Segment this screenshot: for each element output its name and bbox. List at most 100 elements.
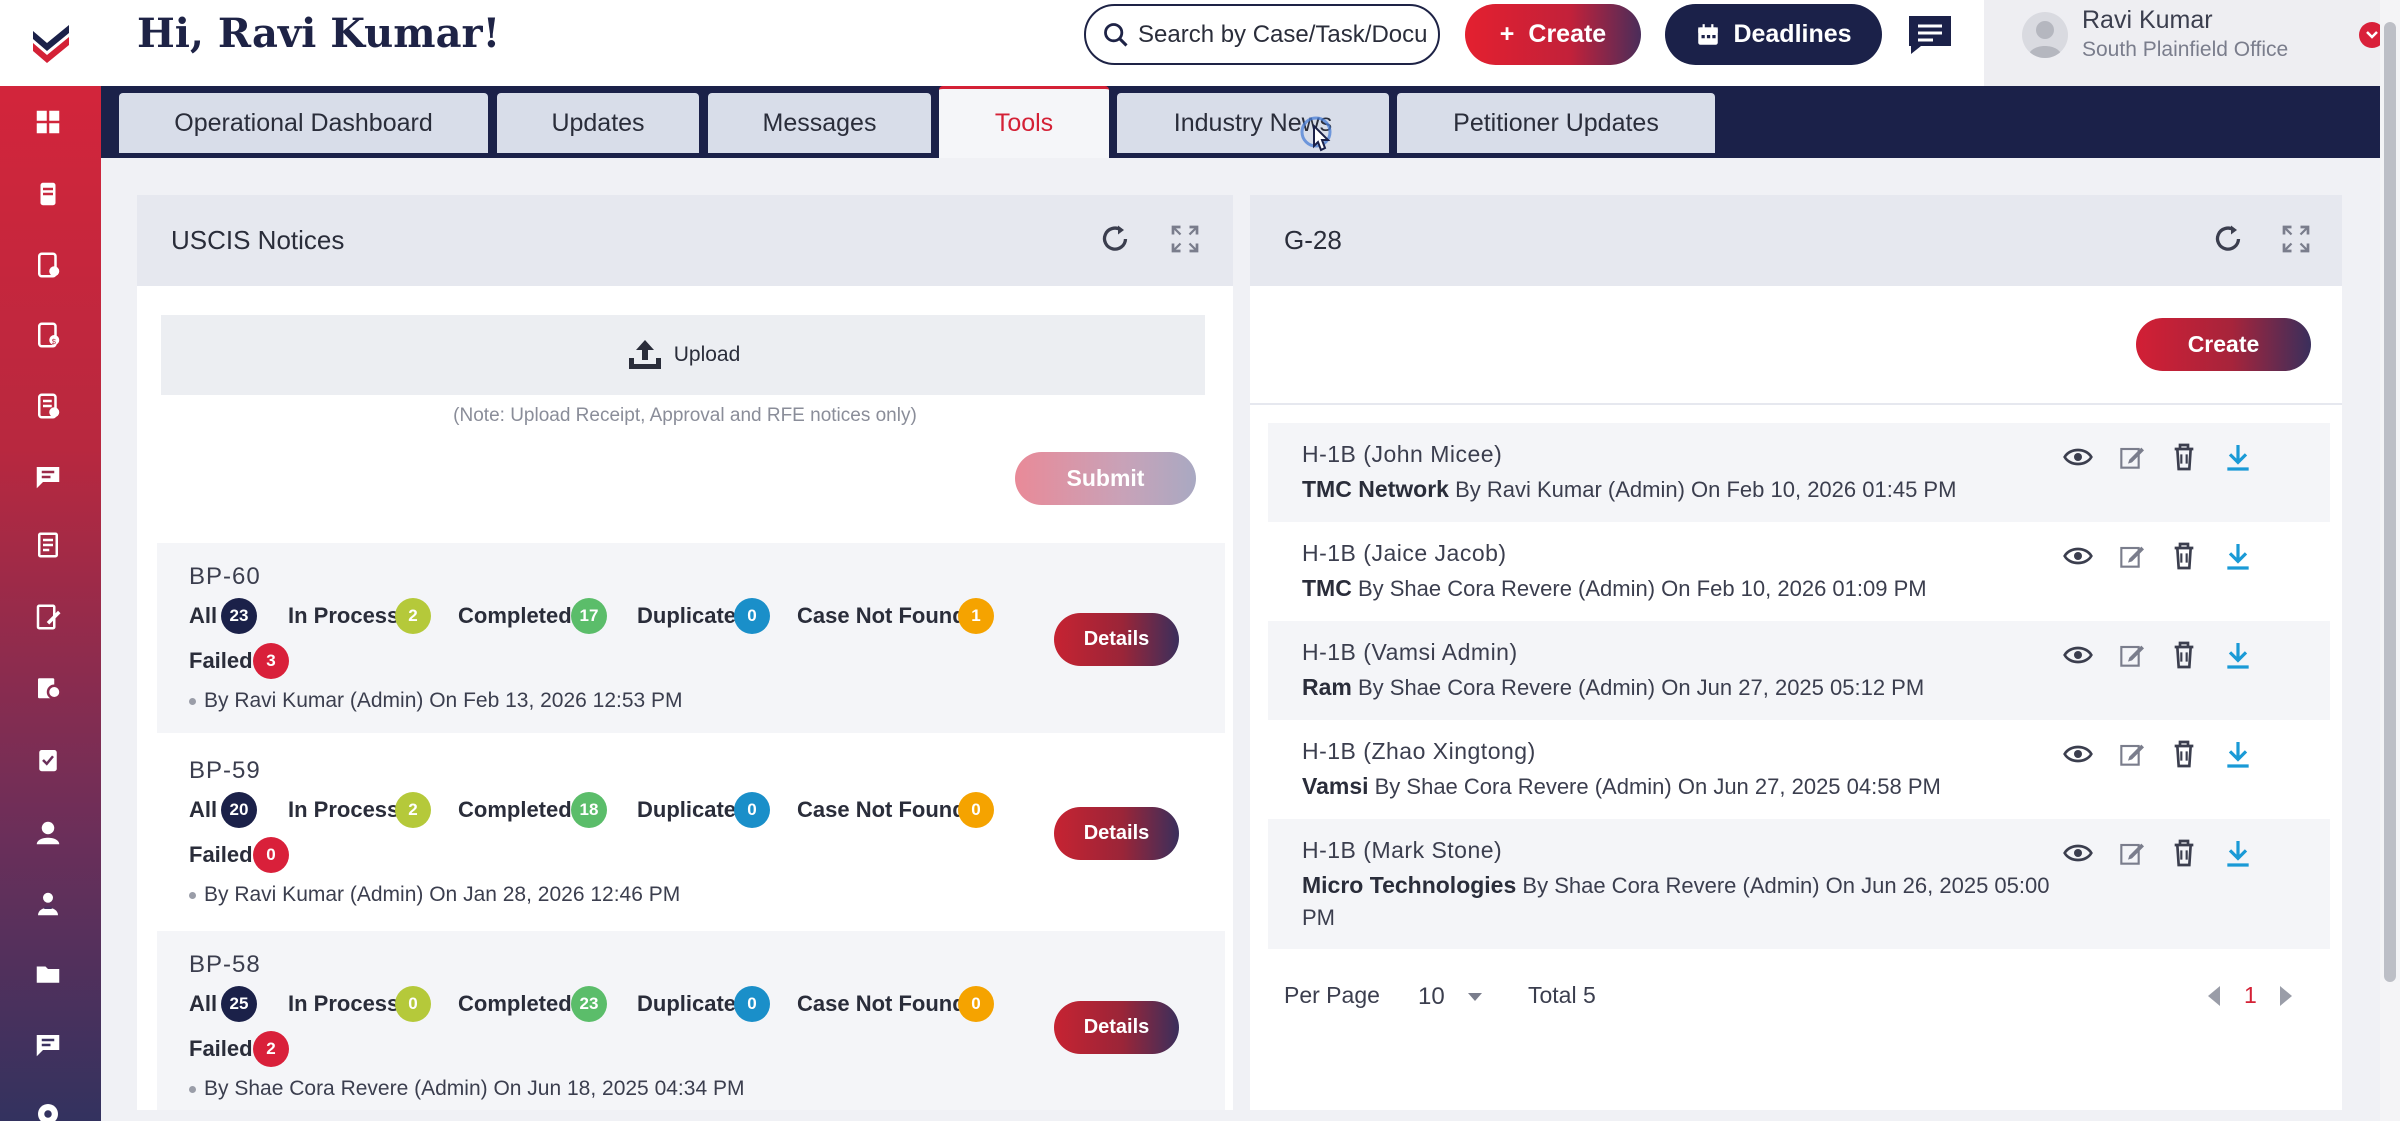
created-by: By Ravi Kumar (Admin) On Feb 10, 2026 01… — [1455, 477, 1957, 502]
user-menu[interactable]: Ravi Kumar South Plainfield Office — [1984, 0, 2400, 86]
upload-button[interactable]: Upload — [161, 315, 1205, 395]
logo-icon — [32, 25, 69, 63]
submit-button[interactable]: Submit — [1015, 452, 1196, 505]
panel-header: G-28 — [1250, 195, 2342, 286]
edit-icon[interactable] — [2116, 738, 2148, 770]
download-icon[interactable] — [2222, 837, 2254, 869]
reports-icon[interactable] — [30, 669, 66, 705]
per-page-select[interactable]: 10 — [1418, 980, 1494, 1014]
trash-icon[interactable] — [2168, 837, 2200, 869]
trash-icon[interactable] — [2168, 441, 2200, 473]
eye-icon[interactable] — [2062, 540, 2094, 572]
sidebar: $ — [0, 0, 101, 1121]
forms-icon[interactable] — [30, 388, 66, 424]
checklist-icon[interactable] — [30, 742, 66, 778]
all-label: All — [189, 991, 218, 1016]
list-item: H-1B (Zhao Xingtong) Vamsi By Shae Cora … — [1268, 720, 2330, 819]
tab-industry-news[interactable]: Industry News — [1117, 93, 1389, 153]
search-box[interactable] — [1084, 4, 1440, 65]
tab-updates[interactable]: Updates — [497, 93, 699, 153]
cases-icon[interactable] — [30, 176, 66, 212]
duplicate-count-badge: 0 — [734, 792, 770, 828]
tab-tools[interactable]: Tools — [939, 86, 1109, 158]
current-page[interactable]: 1 — [2244, 982, 2257, 1009]
settings-icon[interactable] — [30, 1096, 66, 1121]
list-item: H-1B (Jaice Jacob) TMC By Shae Cora Reve… — [1268, 522, 2330, 621]
dashboard-icon[interactable] — [30, 104, 66, 140]
details-button[interactable]: Details — [1054, 613, 1179, 666]
notes-icon[interactable] — [30, 599, 66, 635]
expand-icon[interactable] — [1167, 221, 1203, 257]
contacts-icon[interactable] — [30, 886, 66, 922]
case-not-found-count-badge: 1 — [958, 598, 994, 634]
download-icon[interactable] — [2222, 738, 2254, 770]
completed-label: Completed — [458, 603, 572, 628]
caret-down-icon — [1467, 993, 1482, 1001]
prev-page-icon[interactable] — [2204, 984, 2224, 1008]
messages-icon[interactable] — [30, 459, 66, 495]
trash-icon[interactable] — [2168, 540, 2200, 572]
scrollbar[interactable] — [2380, 0, 2400, 1121]
upload-note: (Note: Upload Receipt, Approval and RFE … — [453, 405, 917, 426]
all-label: All — [189, 797, 218, 822]
all-count-badge: 20 — [221, 792, 257, 828]
tab-messages[interactable]: Messages — [708, 93, 931, 153]
tab-bar: Operational Dashboard Updates Messages T… — [101, 86, 2380, 158]
refresh-icon[interactable] — [1097, 221, 1133, 257]
download-icon[interactable] — [2222, 540, 2254, 572]
scrollbar-thumb[interactable] — [2384, 22, 2396, 982]
eye-icon[interactable] — [2062, 441, 2094, 473]
g28-meta: Micro Technologies By Shae Cora Revere (… — [1302, 869, 2072, 934]
chat-icon[interactable] — [1907, 14, 1953, 56]
trash-icon[interactable] — [2168, 639, 2200, 671]
trash-icon[interactable] — [2168, 738, 2200, 770]
download-icon[interactable] — [2222, 639, 2254, 671]
chat-icon[interactable] — [30, 1027, 66, 1063]
app-logo[interactable] — [0, 0, 101, 86]
eye-icon[interactable] — [2062, 639, 2094, 671]
panel-title: USCIS Notices — [171, 225, 345, 255]
download-icon[interactable] — [2222, 441, 2254, 473]
tasks-icon[interactable] — [30, 247, 66, 283]
tab-petitioner-updates[interactable]: Petitioner Updates — [1397, 93, 1715, 153]
folder-icon[interactable] — [30, 956, 66, 992]
tab-operational-dashboard[interactable]: Operational Dashboard — [119, 93, 488, 153]
petitioner-name: TMC Network — [1302, 476, 1449, 502]
search-input[interactable] — [1138, 20, 1428, 49]
next-page-icon[interactable] — [2276, 984, 2296, 1008]
panel-title: G-28 — [1284, 225, 1342, 255]
edit-icon[interactable] — [2116, 639, 2148, 671]
case-not-found-count-badge: 0 — [958, 792, 994, 828]
completed-count-badge: 17 — [571, 598, 607, 634]
eye-icon[interactable] — [2062, 837, 2094, 869]
details-button[interactable]: Details — [1054, 807, 1179, 860]
edit-icon[interactable] — [2116, 441, 2148, 473]
in-process-label: In Process — [288, 991, 400, 1016]
deadlines-button[interactable]: Deadlines — [1665, 4, 1882, 65]
beneficiary-name: (John Micee) — [1363, 441, 1503, 467]
completed-count-badge: 18 — [571, 792, 607, 828]
refresh-icon[interactable] — [2210, 221, 2246, 257]
create-button[interactable]: + Create — [1465, 4, 1641, 65]
edit-icon[interactable] — [2116, 540, 2148, 572]
list-item: H-1B (Vamsi Admin) Ram By Shae Cora Reve… — [1268, 621, 2330, 720]
search-icon — [1104, 22, 1128, 47]
completed-label: Completed — [458, 797, 572, 822]
case-not-found-label: Case Not Found — [797, 991, 966, 1016]
batch-name: BP-59 — [189, 757, 261, 784]
g28-create-button[interactable]: Create — [2136, 318, 2311, 371]
batch-meta: By Shae Cora Revere (Admin) On Jun 18, 2… — [189, 1077, 744, 1101]
documents-icon[interactable] — [30, 527, 66, 563]
invoices-icon[interactable]: $ — [30, 317, 66, 353]
eye-icon[interactable] — [2062, 738, 2094, 770]
edit-icon[interactable] — [2116, 837, 2148, 869]
top-header: Hi, Ravi Kumar! + Create Deadlines Ravi … — [101, 0, 2400, 86]
visa-type: H-1B — [1302, 639, 1357, 665]
create-button-label: Create — [1528, 20, 1607, 48]
deadlines-button-label: Deadlines — [1733, 20, 1852, 48]
client-icon[interactable] — [30, 815, 66, 851]
expand-icon[interactable] — [2278, 221, 2314, 257]
details-button[interactable]: Details — [1054, 1001, 1179, 1054]
g28-meta: TMC Network By Ravi Kumar (Admin) On Feb… — [1302, 473, 2062, 506]
failed-count-badge: 2 — [253, 1031, 289, 1067]
